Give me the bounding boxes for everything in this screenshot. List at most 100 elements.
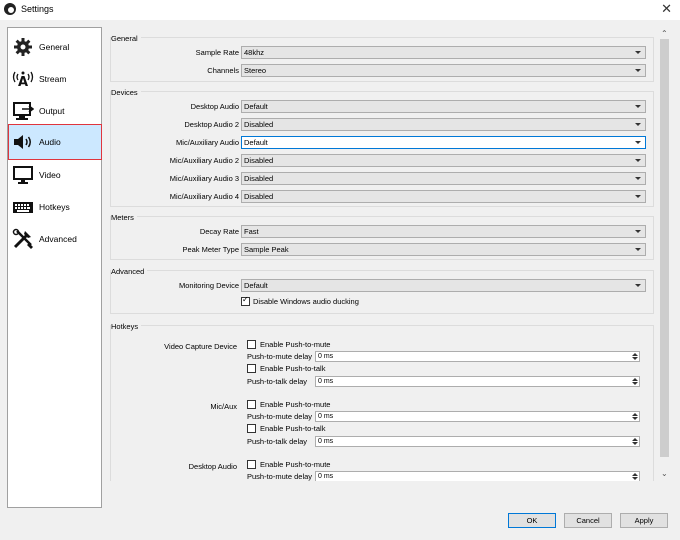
sidebar-item-hotkeys[interactable]: Hotkeys <box>9 191 101 223</box>
sidebar-item-label: Advanced <box>39 234 77 244</box>
device-label: Mic/Auxiliary Audio 4 <box>169 192 239 201</box>
chevron-down-icon <box>635 195 641 198</box>
peak-meter-select[interactable]: Sample Peak <box>241 243 646 256</box>
sidebar-item-advanced[interactable]: Advanced <box>9 223 101 255</box>
device-label: Desktop Audio <box>190 102 239 111</box>
device-row: Mic/Auxiliary Audio 2 Disabled <box>111 154 655 167</box>
checkbox-label: Enable Push-to-mute <box>260 460 331 469</box>
tools-icon <box>12 228 34 250</box>
chevron-down-icon <box>635 123 641 126</box>
mic-aux-audio-select[interactable]: Default <box>241 136 646 149</box>
apply-button[interactable]: Apply <box>620 513 668 528</box>
push-to-mute-delay-spinbox[interactable]: 0 ms <box>315 471 640 481</box>
enable-push-to-mute-checkbox[interactable] <box>247 400 256 409</box>
sidebar-item-stream[interactable]: A Stream <box>9 63 101 95</box>
sidebar-item-general[interactable]: General <box>9 31 101 63</box>
advanced-group: Advanced Monitoring Device Default Disab… <box>110 267 654 314</box>
devices-group: Devices Desktop Audio Default Desktop Au… <box>110 88 655 207</box>
sidebar-item-output[interactable]: Output <box>9 95 101 127</box>
spin-arrows-icon[interactable] <box>632 353 638 360</box>
mic-aux-audio-2-select[interactable]: Disabled <box>241 154 646 167</box>
device-label: Desktop Audio 2 <box>184 120 239 129</box>
push-to-talk-delay-spinbox[interactable]: 0 ms <box>315 436 640 447</box>
channels-select[interactable]: Stereo <box>241 64 646 77</box>
sidebar-item-video[interactable]: Video <box>9 159 101 191</box>
enable-push-to-mute-checkbox[interactable] <box>247 340 256 349</box>
delay-label: Push-to-talk delay <box>247 437 308 446</box>
device-label: Mic/Auxiliary Audio 3 <box>169 174 239 183</box>
checkbox-label: Enable Push-to-talk <box>260 424 326 433</box>
app-logo-icon <box>4 3 16 15</box>
checkbox-label: Enable Push-to-mute <box>260 400 331 409</box>
enable-push-to-mute-checkbox[interactable] <box>247 460 256 469</box>
keyboard-icon <box>12 196 34 218</box>
peak-meter-label: Peak Meter Type <box>182 245 239 254</box>
group-title: Hotkeys <box>111 322 142 331</box>
window-title: Settings <box>21 4 54 14</box>
spin-arrows-icon[interactable] <box>632 378 638 385</box>
delay-label: Push-to-talk delay <box>247 377 308 386</box>
content-scrollbar[interactable]: ⌃ ⌄ <box>657 27 672 481</box>
checkbox-label: Enable Push-to-mute <box>260 340 331 349</box>
chevron-down-icon <box>635 230 641 233</box>
monitoring-device-select[interactable]: Default <box>241 279 646 292</box>
spin-arrows-icon[interactable] <box>632 438 638 445</box>
scrollbar-thumb[interactable] <box>660 39 669 457</box>
delay-label: Push-to-mute delay <box>247 412 313 421</box>
cancel-button[interactable]: Cancel <box>564 513 612 528</box>
hotkeys-group: Hotkeys Video Capture Device Enable Push… <box>110 322 654 481</box>
disable-ducking-checkbox[interactable] <box>241 295 250 306</box>
chevron-down-icon <box>635 105 641 108</box>
device-label: Mic/Auxiliary Audio <box>176 138 239 147</box>
disable-ducking-label: Disable Windows audio ducking <box>253 297 359 306</box>
chevron-down-icon <box>635 177 641 180</box>
chevron-down-icon[interactable]: ⌄ <box>661 469 669 478</box>
push-to-mute-delay-spinbox[interactable]: 0 ms <box>315 351 640 362</box>
monitor-icon <box>12 164 34 186</box>
mic-aux-audio-4-select[interactable]: Disabled <box>241 190 646 203</box>
general-group: General Sample Rate 48khz Channels Stere… <box>110 34 655 82</box>
chevron-up-icon[interactable]: ⌃ <box>661 29 669 38</box>
close-icon[interactable]: ✕ <box>661 1 672 17</box>
desktop-audio-2-select[interactable]: Disabled <box>241 118 646 131</box>
device-row: Mic/Auxiliary Audio Default <box>111 136 655 149</box>
channels-label: Channels <box>207 66 239 75</box>
channels-row: Channels Stereo <box>111 64 655 77</box>
enable-push-to-talk-checkbox[interactable] <box>247 424 256 433</box>
settings-sidebar: General A Stream Output Audio Video Hotk… <box>7 27 102 508</box>
ok-button[interactable]: OK <box>508 513 556 528</box>
sidebar-item-label: Video <box>39 170 61 180</box>
checkbox-label: Enable Push-to-talk <box>260 364 326 373</box>
svg-text:A: A <box>18 75 28 89</box>
spin-arrows-icon[interactable] <box>632 473 638 480</box>
mic-aux-audio-3-select[interactable]: Disabled <box>241 172 646 185</box>
chevron-down-icon <box>635 69 641 72</box>
delay-label: Push-to-mute delay <box>247 472 313 481</box>
monitoring-device-label: Monitoring Device <box>178 281 239 290</box>
sidebar-item-label: Audio <box>39 137 61 147</box>
spin-arrows-icon[interactable] <box>632 413 638 420</box>
group-title: General <box>111 34 141 43</box>
settings-content: General Sample Rate 48khz Channels Stere… <box>110 27 656 481</box>
title-bar: Settings ✕ <box>0 0 680 20</box>
push-to-mute-delay-spinbox[interactable]: 0 ms <box>315 411 640 422</box>
hotkey-source-label: Desktop Audio <box>188 462 237 471</box>
desktop-audio-select[interactable]: Default <box>241 100 646 113</box>
sidebar-item-label: General <box>39 42 70 52</box>
sidebar-item-label: Stream <box>39 74 67 84</box>
sidebar-item-audio[interactable]: Audio <box>8 124 102 160</box>
sample-rate-select[interactable]: 48khz <box>241 46 646 59</box>
antenna-icon: A <box>12 68 34 90</box>
sidebar-item-label: Hotkeys <box>39 202 70 212</box>
device-label: Mic/Auxiliary Audio 2 <box>169 156 239 165</box>
chevron-down-icon <box>635 284 641 287</box>
decay-rate-select[interactable]: Fast <box>241 225 646 238</box>
enable-push-to-talk-checkbox[interactable] <box>247 364 256 373</box>
group-title: Advanced <box>111 267 148 276</box>
delay-label: Push-to-mute delay <box>247 352 313 361</box>
chevron-down-icon <box>635 141 641 144</box>
chevron-down-icon <box>635 248 641 251</box>
group-title: Devices <box>111 88 141 97</box>
device-row: Desktop Audio 2 Disabled <box>111 118 655 131</box>
push-to-talk-delay-spinbox[interactable]: 0 ms <box>315 376 640 387</box>
